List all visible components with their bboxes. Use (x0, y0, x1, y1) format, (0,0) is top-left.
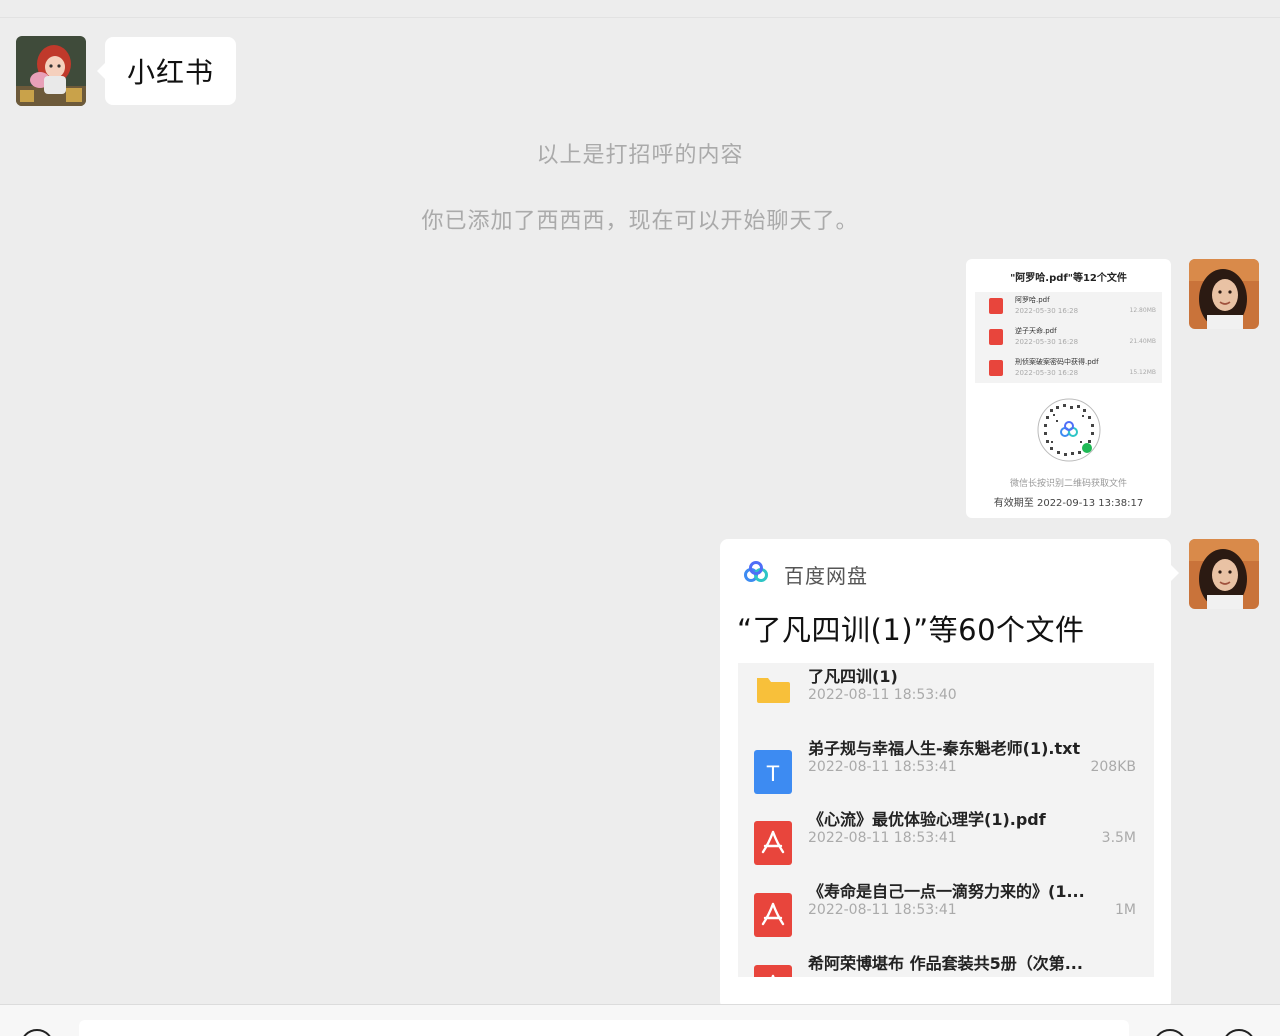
pdf-icon (754, 893, 792, 937)
list-item[interactable]: 了凡四训(1) 2022-08-11 18:53:40 (738, 663, 1154, 735)
share-card-qr-file-list: 阿罗哈.pdf 2022-05-30 16:28 12.80MB 逆子天命.pd… (975, 292, 1162, 383)
share-card-qr-title: "阿罗哈.pdf"等12个文件 (1010, 273, 1127, 284)
svg-text:T: T (766, 761, 779, 786)
share-card-title: “了凡四训(1)”等60个文件 (737, 613, 1085, 647)
pdf-icon (989, 298, 1003, 314)
file-name: 《心流》最优体验心理学(1).pdf (808, 810, 1046, 829)
my-avatar[interactable] (1189, 259, 1259, 329)
pdf-icon (989, 329, 1003, 345)
file-name: 逆子天命.pdf (1015, 327, 1057, 335)
brand-name: 百度网盘 (784, 563, 868, 588)
file-name: 弟子规与幸福人生-秦东魁老师(1).txt (808, 739, 1081, 758)
file-size: 21.40MB (1129, 338, 1156, 345)
list-item: 阿罗哈.pdf 2022-05-30 16:28 12.80MB (975, 292, 1162, 322)
pdf-icon (754, 821, 792, 865)
system-message-added: 你已添加了西西西，现在可以开始聊天了。 (421, 209, 859, 234)
file-size: 1M (1115, 902, 1136, 918)
share-card-qr[interactable]: "阿罗哈.pdf"等12个文件 阿罗哈.pdf 2022-05-30 16:28… (966, 259, 1171, 518)
list-item: 逆子天命.pdf 2022-05-30 16:28 21.40MB (975, 323, 1162, 353)
file-name: 《寿命是自己一点一滴努力来的》(1... (808, 882, 1085, 901)
baidu-netdisk-logo-icon (742, 561, 770, 587)
file-date: 2022-08-11 18:53:41 (808, 759, 957, 775)
pdf-icon (754, 965, 792, 977)
share-file-list: 了凡四训(1) 2022-08-11 18:53:40 T 弟子规与幸福人生-秦… (738, 663, 1154, 977)
incoming-message-text: 小红书 (127, 56, 215, 89)
file-name: 希阿荣博堪布 作品套装共5册（次第... (808, 954, 1083, 973)
list-item: 刑侦案破案密码中获得.pdf 2022-05-30 16:28 15.12MB (975, 354, 1162, 384)
file-size: 12.80MB (1129, 307, 1156, 314)
file-name: 了凡四训(1) (808, 667, 898, 686)
file-date: 2022-08-11 18:53:40 (808, 687, 957, 703)
share-card-baidu[interactable]: 百度网盘 “了凡四训(1)”等60个文件 了凡四训(1) 2022-08-11 … (720, 539, 1179, 1009)
share-card-qr-expire: 有效期至 2022-09-13 13:38:17 (993, 498, 1144, 509)
list-item[interactable]: 希阿荣博堪布 作品套装共5册（次第... (738, 950, 1154, 977)
list-item[interactable]: 《寿命是自己一点一滴努力来的》(1... 2022-08-11 18:53:41… (738, 878, 1154, 950)
contact-avatar[interactable] (16, 36, 86, 106)
file-date: 2022-05-30 16:28 (1015, 338, 1079, 346)
message-input[interactable] (79, 1020, 1129, 1036)
pdf-icon (989, 360, 1003, 376)
file-date: 2022-08-11 18:53:41 (808, 830, 957, 846)
share-card-brand: 百度网盘 (742, 561, 868, 588)
file-name: 阿罗哈.pdf (1015, 296, 1050, 304)
top-divider (0, 17, 1280, 18)
qr-code[interactable] (1036, 397, 1102, 463)
list-item[interactable]: T 弟子规与幸福人生-秦东魁老师(1).txt 2022-08-11 18:53… (738, 735, 1154, 807)
file-size: 3.5M (1101, 830, 1136, 846)
file-name: 刑侦案破案密码中获得.pdf (1015, 358, 1099, 366)
file-date: 2022-05-30 16:28 (1015, 307, 1079, 315)
folder-icon (757, 678, 790, 703)
share-card-qr-hint: 微信长按识别二维码获取文件 (1009, 479, 1127, 489)
system-message-greeting: 以上是打招呼的内容 (536, 143, 744, 168)
file-size: 208KB (1090, 759, 1136, 775)
txt-icon: T (754, 750, 792, 794)
my-avatar[interactable] (1189, 539, 1259, 609)
file-date: 2022-08-11 18:53:41 (808, 902, 957, 918)
incoming-message-bubble[interactable]: 小红书 (96, 37, 237, 105)
file-date: 2022-05-30 16:28 (1015, 369, 1079, 377)
list-item[interactable]: 《心流》最优体验心理学(1).pdf 2022-08-11 18:53:41 3… (738, 806, 1154, 878)
file-size: 15.12MB (1129, 369, 1156, 376)
